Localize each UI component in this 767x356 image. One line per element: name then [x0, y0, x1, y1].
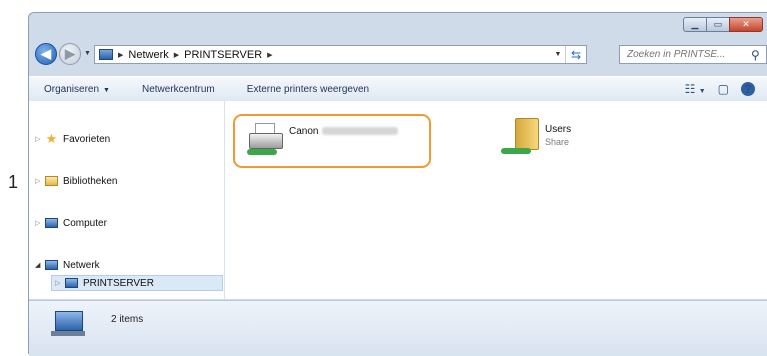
title-bar: ▁ ▭ ✕ — [29, 13, 767, 37]
users-share-item[interactable]: Users Share — [497, 114, 657, 168]
nav-item-computer[interactable]: ▷ Computer — [35, 215, 107, 231]
nav-item-label: PRINTSERVER — [83, 277, 154, 289]
address-dropdown[interactable]: ▼ — [551, 51, 565, 58]
history-dropdown[interactable]: ▼ — [84, 50, 91, 57]
collapse-icon[interactable]: ◢ — [35, 261, 44, 269]
nav-item-network[interactable]: ◢ Netwerk — [35, 257, 100, 273]
redacted-model — [322, 127, 399, 136]
view-icon: ☷ — [684, 82, 696, 96]
item-count: 2 items — [111, 314, 144, 325]
refresh-icon: ⇆ — [570, 47, 582, 62]
forward-icon: ▶ — [65, 46, 75, 61]
nav-item-label: Netwerk — [63, 259, 100, 271]
preview-pane-button[interactable]: ▢ — [718, 82, 729, 96]
address-row: ◀ ▶ ▼ ▶ Netwerk ▶ PRINTSERVER ▶ ▼ ⇆ ⚲ — [29, 39, 767, 69]
chevron-down-icon: ▼ — [103, 86, 110, 94]
printer-name: Canon — [289, 126, 399, 137]
back-button[interactable]: ◀ — [35, 43, 57, 65]
forward-button[interactable]: ▶ — [59, 43, 81, 65]
computer-icon — [99, 49, 113, 60]
file-list: Canon Users Share — [225, 101, 767, 299]
breadcrumb-network[interactable]: Netwerk — [128, 49, 168, 61]
nav-item-label: Computer — [63, 217, 107, 229]
search-icon[interactable]: ⚲ — [751, 48, 760, 62]
explorer-window: ▁ ▭ ✕ ◀ ▶ ▼ ▶ Netwerk ▶ PRINTSERVER ▶ ▼ … — [28, 12, 767, 356]
printer-item[interactable]: Canon — [233, 114, 431, 168]
preview-pane-icon: ▢ — [717, 82, 729, 96]
organize-menu[interactable]: Organiseren ▼ — [44, 84, 110, 95]
computer-icon — [44, 217, 59, 229]
details-pane: 2 items — [29, 300, 767, 356]
network-center-button[interactable]: Netwerkcentrum — [142, 84, 215, 95]
nav-item-label: Bibliotheken — [63, 175, 118, 187]
close-button[interactable]: ✕ — [729, 17, 763, 32]
maximize-button[interactable]: ▭ — [706, 17, 730, 32]
breadcrumb-printserver[interactable]: PRINTSERVER — [184, 49, 262, 61]
library-icon — [44, 175, 59, 187]
search-input[interactable] — [625, 48, 751, 61]
caption-buttons: ▁ ▭ ✕ — [683, 17, 763, 32]
minimize-button[interactable]: ▁ — [683, 17, 707, 32]
printer-name-label: Canon — [289, 126, 319, 137]
refresh-button[interactable]: ⇆ — [565, 46, 586, 63]
organize-label: Organiseren — [44, 83, 100, 95]
expand-icon[interactable]: ▷ — [35, 135, 44, 143]
expand-icon[interactable]: ▷ — [55, 279, 64, 287]
breadcrumb-arrow[interactable]: ▶ — [118, 51, 123, 59]
breadcrumb-arrow[interactable]: ▶ — [174, 51, 179, 59]
shared-folder-icon — [501, 116, 545, 160]
nav-item-label: Favorieten — [63, 133, 111, 145]
help-icon[interactable]: ? — [741, 82, 755, 96]
step-number: 1 — [8, 172, 19, 192]
external-printers-button[interactable]: Externe printers weergeven — [247, 84, 369, 95]
computer-icon — [64, 277, 79, 289]
share-type: Share — [545, 137, 570, 147]
address-bar[interactable]: ▶ Netwerk ▶ PRINTSERVER ▶ ▼ ⇆ — [94, 45, 587, 64]
search-box: ⚲ — [619, 45, 767, 64]
star-icon: ★ — [45, 131, 58, 146]
share-name: Users — [545, 124, 572, 135]
network-icon — [44, 259, 59, 271]
nav-item-favorites[interactable]: ▷ ★ Favorieten — [35, 131, 110, 147]
network-icon — [51, 311, 85, 339]
breadcrumb-arrow[interactable]: ▶ — [267, 51, 272, 59]
back-icon: ◀ — [41, 46, 51, 61]
navigation-pane: ▷ ★ Favorieten ▷ Bibliotheken ▷ Computer… — [29, 101, 225, 299]
view-options-button[interactable]: ☷ ▼ — [685, 82, 706, 96]
chevron-down-icon: ▼ — [698, 88, 706, 95]
expand-icon[interactable]: ▷ — [35, 177, 44, 185]
printer-icon — [243, 119, 289, 163]
nav-item-libraries[interactable]: ▷ Bibliotheken — [35, 173, 117, 189]
nav-item-printserver[interactable]: ▷ PRINTSERVER — [51, 275, 223, 291]
expand-icon[interactable]: ▷ — [35, 219, 44, 227]
command-bar: Organiseren ▼ Netwerkcentrum Externe prin… — [29, 76, 767, 102]
